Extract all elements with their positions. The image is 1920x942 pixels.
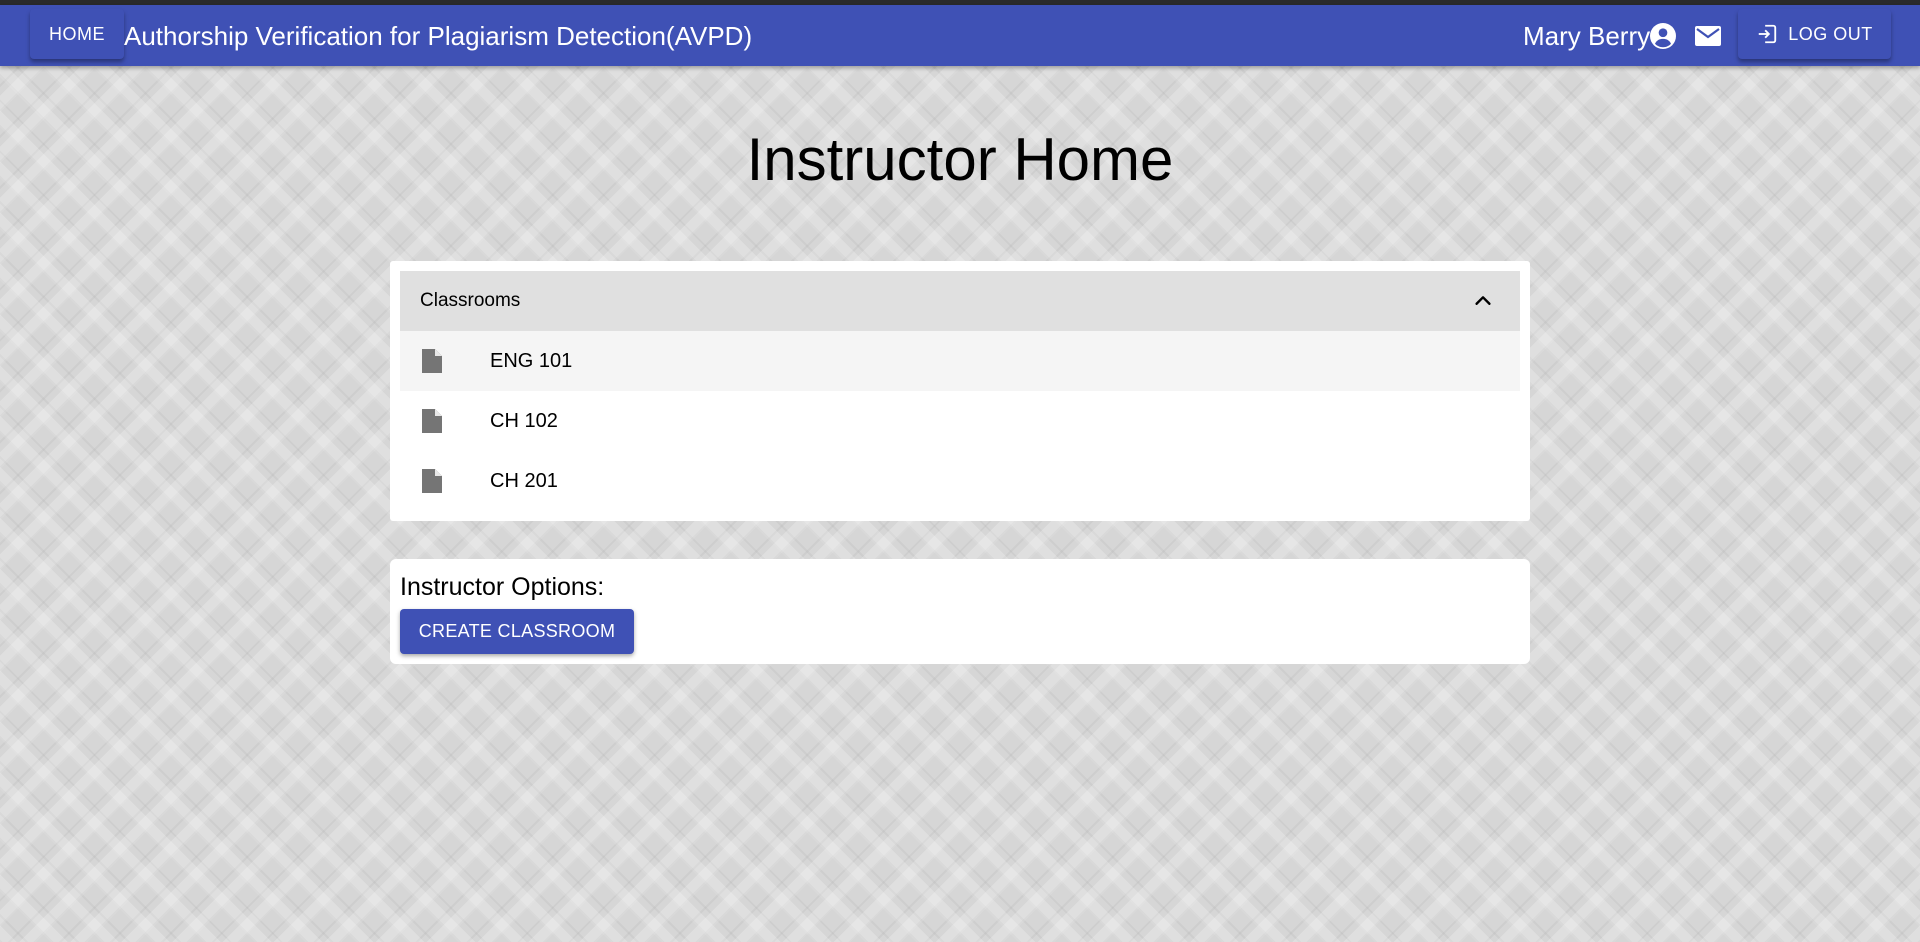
document-icon [422,349,442,373]
home-button[interactable]: HOME [30,9,124,59]
document-icon [422,469,442,493]
account-circle-icon[interactable] [1650,23,1676,49]
instructor-options-heading: Instructor Options: [400,573,605,601]
classroom-label: ENG 101 [490,350,573,372]
logout-button-label: LOG OUT [1788,23,1873,44]
classrooms-panel: Classrooms ENG 101 CH 102 CH 201 [390,261,1530,521]
classrooms-accordion-header[interactable]: Classrooms [400,271,1520,331]
classroom-item-ch-102[interactable]: CH 102 [400,391,1520,451]
chevron-up-icon[interactable] [1472,290,1494,312]
home-button-label: HOME [49,23,105,44]
app-title: Authorship Verification for Plagiarism D… [124,21,753,51]
create-classroom-button[interactable]: CREATE CLASSROOM [400,609,634,654]
instructor-options-panel: Instructor Options: CREATE CLASSROOM [390,559,1530,664]
app-bar: HOME Authorship Verification for Plagiar… [0,5,1920,66]
document-icon [422,409,442,433]
mail-icon[interactable] [1694,24,1722,48]
logout-icon [1758,24,1777,44]
user-name: Mary Berry [1523,21,1651,51]
page-title: Instructor Home [746,126,1174,193]
classroom-item-eng-101[interactable]: ENG 101 [400,331,1520,391]
classroom-label: CH 201 [490,470,558,492]
classrooms-header-label: Classrooms [420,290,521,311]
classroom-label: CH 102 [490,410,558,432]
classroom-item-ch-201[interactable]: CH 201 [400,451,1520,511]
logout-button[interactable]: LOG OUT [1738,9,1891,59]
